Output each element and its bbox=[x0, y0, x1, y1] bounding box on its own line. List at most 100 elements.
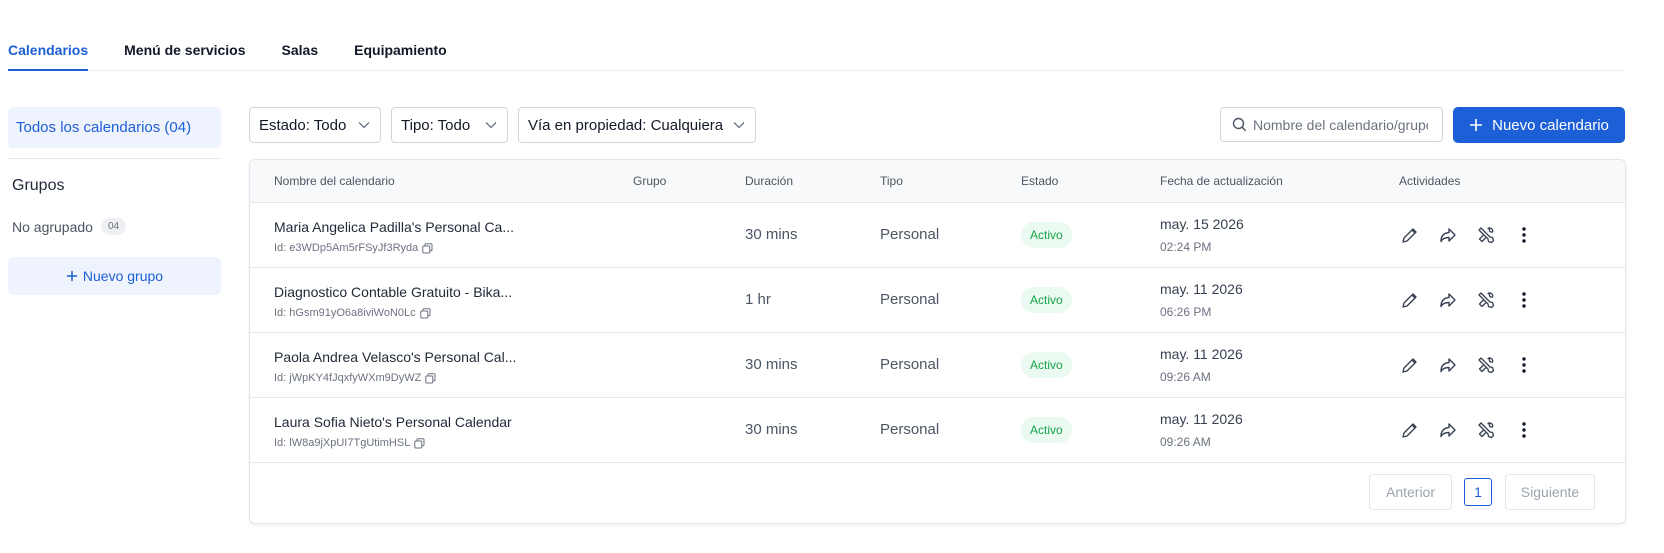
column-header-group: Grupo bbox=[633, 174, 667, 188]
search-box bbox=[1220, 107, 1443, 142]
ungrouped-label: No agrupado bbox=[12, 218, 93, 235]
search-input[interactable] bbox=[1253, 116, 1428, 133]
calendar-id-text: Id: e3WDp5Am5rFSyJf3Ryda bbox=[274, 242, 419, 254]
plus-icon bbox=[1470, 119, 1483, 131]
ownership-filter[interactable]: Vía en propiedad: Cualquiera bbox=[518, 107, 756, 143]
tab-equipamiento[interactable]: Equipamiento bbox=[354, 30, 447, 71]
calendar-name[interactable]: Laura Sofia Nieto's Personal Calendar bbox=[274, 414, 512, 430]
sidebar-item-ungrouped[interactable]: No agrupado 04 bbox=[12, 218, 127, 235]
pencil-icon[interactable] bbox=[1399, 224, 1421, 246]
updated-date: may. 15 2026 bbox=[1160, 216, 1244, 232]
copy-icon[interactable] bbox=[419, 307, 431, 319]
type-filter[interactable]: Tipo: Todo bbox=[391, 107, 508, 143]
share-icon[interactable] bbox=[1437, 289, 1459, 311]
chevron-down-icon bbox=[485, 122, 497, 129]
calendar-name[interactable]: Diagnostico Contable Gratuito - Bika... bbox=[274, 284, 512, 300]
groups-title: Grupos bbox=[12, 177, 65, 194]
tools-icon[interactable] bbox=[1475, 419, 1497, 441]
ownership-filter-label: Vía en propiedad: Cualquiera bbox=[528, 116, 724, 134]
calendar-id: Id: lW8a9jXpUI7TgUtimHSL bbox=[274, 437, 425, 449]
tools-icon[interactable] bbox=[1475, 354, 1497, 376]
sidebar-divider bbox=[8, 158, 221, 159]
plus-icon bbox=[66, 271, 77, 281]
pencil-icon[interactable] bbox=[1399, 354, 1421, 376]
tab-menu-servicios[interactable]: Menú de servicios bbox=[124, 30, 245, 71]
new-group-label: Nuevo grupo bbox=[82, 268, 164, 284]
row-actions bbox=[1399, 224, 1535, 246]
updated-time: 09:26 AM bbox=[1160, 435, 1211, 449]
pagination-next-button[interactable]: Siguiente bbox=[1505, 474, 1595, 510]
column-header-name: Nombre del calendario bbox=[274, 174, 395, 188]
status-badge: Activo bbox=[1021, 287, 1072, 313]
calendar-id: Id: jWpKY4fJqxfyWXm9DyWZ bbox=[274, 372, 436, 384]
column-header-duration: Duración bbox=[745, 174, 794, 188]
copy-icon[interactable] bbox=[414, 437, 425, 449]
status-badge: Activo bbox=[1021, 222, 1072, 248]
table-row[interactable]: Diagnostico Contable Gratuito - Bika... … bbox=[250, 268, 1625, 333]
pencil-icon[interactable] bbox=[1399, 289, 1421, 311]
copy-icon[interactable] bbox=[425, 372, 436, 384]
updated-date: may. 11 2026 bbox=[1160, 346, 1243, 362]
new-group-button[interactable]: Nuevo grupo bbox=[8, 257, 221, 295]
row-actions bbox=[1399, 354, 1535, 376]
type-cell: Personal bbox=[880, 421, 940, 438]
updated-date: may. 11 2026 bbox=[1160, 281, 1243, 297]
duration-cell: 30 mins bbox=[745, 421, 798, 438]
type-cell: Personal bbox=[880, 226, 940, 243]
pagination-page-1[interactable]: 1 bbox=[1464, 478, 1492, 506]
duration-cell: 30 mins bbox=[745, 226, 798, 243]
sidebar-item-all-calendars[interactable]: Todos los calendarios (04) bbox=[8, 107, 221, 148]
column-header-type: Tipo bbox=[880, 174, 903, 188]
pagination-prev-button[interactable]: Anterior bbox=[1369, 474, 1452, 510]
tab-bar: Calendarios Menú de servicios Salas Equi… bbox=[8, 30, 1626, 71]
updated-date: may. 11 2026 bbox=[1160, 411, 1243, 427]
status-filter[interactable]: Estado: Todo bbox=[249, 107, 381, 143]
calendar-id: Id: e3WDp5Am5rFSyJf3Ryda bbox=[274, 242, 433, 254]
tab-calendarios[interactable]: Calendarios bbox=[8, 30, 89, 71]
updated-time: 09:26 AM bbox=[1160, 370, 1211, 384]
copy-icon[interactable] bbox=[422, 242, 433, 254]
calendar-id-text: Id: jWpKY4fJqxfyWXm9DyWZ bbox=[274, 372, 422, 384]
new-calendar-button[interactable]: Nuevo calendario bbox=[1453, 107, 1625, 143]
chevron-down-icon bbox=[733, 122, 745, 129]
share-icon[interactable] bbox=[1437, 419, 1459, 441]
status-badge: Activo bbox=[1021, 352, 1072, 378]
row-actions bbox=[1399, 419, 1535, 441]
calendar-id-text: Id: lW8a9jXpUI7TgUtimHSL bbox=[274, 437, 411, 449]
tools-icon[interactable] bbox=[1475, 289, 1497, 311]
duration-cell: 1 hr bbox=[745, 291, 771, 308]
column-header-updated: Fecha de actualización bbox=[1160, 174, 1283, 188]
tools-icon[interactable] bbox=[1475, 224, 1497, 246]
share-icon[interactable] bbox=[1437, 224, 1459, 246]
table-row[interactable]: Maria Angelica Padilla's Personal Ca... … bbox=[250, 203, 1625, 268]
type-cell: Personal bbox=[880, 356, 940, 373]
more-vertical-icon[interactable] bbox=[1513, 289, 1535, 311]
calendar-name[interactable]: Maria Angelica Padilla's Personal Ca... bbox=[274, 219, 514, 235]
updated-time: 02:24 PM bbox=[1160, 240, 1212, 254]
more-vertical-icon[interactable] bbox=[1513, 419, 1535, 441]
more-vertical-icon[interactable] bbox=[1513, 224, 1535, 246]
pencil-icon[interactable] bbox=[1399, 419, 1421, 441]
status-badge: Activo bbox=[1021, 417, 1072, 443]
tab-salas[interactable]: Salas bbox=[282, 30, 319, 71]
new-calendar-label: Nuevo calendario bbox=[1492, 116, 1609, 134]
ungrouped-count-badge: 04 bbox=[100, 218, 127, 235]
chevron-down-icon bbox=[358, 122, 370, 129]
status-filter-label: Estado: Todo bbox=[259, 116, 347, 134]
calendar-id: Id: hGsm91yO6a8iviWoN0Lc bbox=[274, 307, 431, 319]
duration-cell: 30 mins bbox=[745, 356, 798, 373]
table-row[interactable]: Laura Sofia Nieto's Personal Calendar Id… bbox=[250, 398, 1625, 463]
calendar-id-text: Id: hGsm91yO6a8iviWoN0Lc bbox=[274, 307, 416, 319]
type-cell: Personal bbox=[880, 291, 940, 308]
table-header: Nombre del calendario Grupo Duración Tip… bbox=[250, 160, 1625, 203]
updated-time: 06:26 PM bbox=[1160, 305, 1212, 319]
more-vertical-icon[interactable] bbox=[1513, 354, 1535, 376]
column-header-status: Estado bbox=[1021, 174, 1059, 188]
type-filter-label: Tipo: Todo bbox=[401, 116, 471, 134]
column-header-activities: Actividades bbox=[1399, 174, 1461, 188]
calendar-name[interactable]: Paola Andrea Velasco's Personal Cal... bbox=[274, 349, 516, 365]
row-actions bbox=[1399, 289, 1535, 311]
share-icon[interactable] bbox=[1437, 354, 1459, 376]
search-icon bbox=[1232, 117, 1247, 132]
table-row[interactable]: Paola Andrea Velasco's Personal Cal... I… bbox=[250, 333, 1625, 398]
